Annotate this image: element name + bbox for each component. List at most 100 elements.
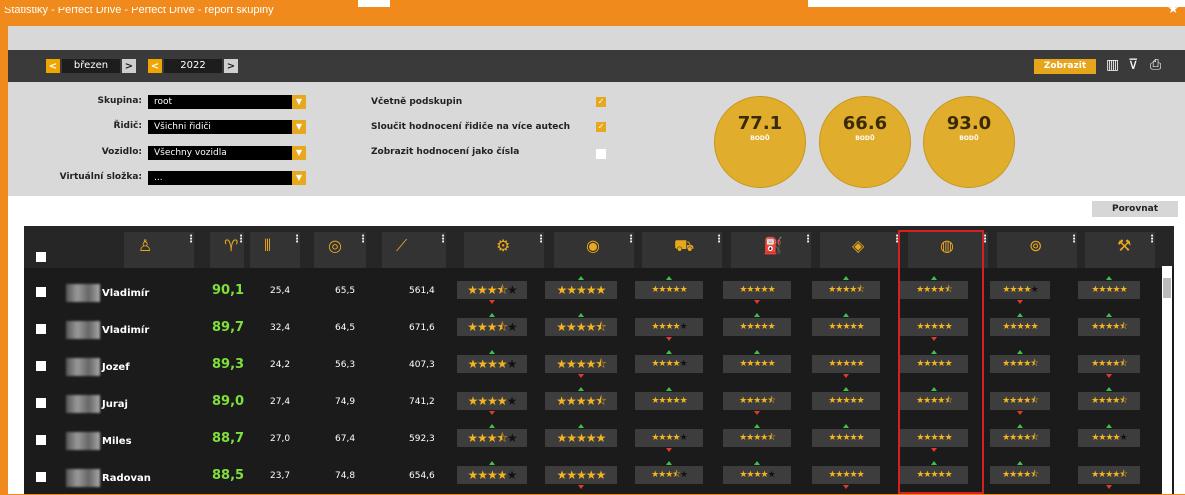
compare-area [8, 196, 1185, 224]
report-grid: ♙ ⋮ ♈ ⋮ ⦀ ⋮ ◎ ⋮ ⟋ ⋮ ⚙ ⋮ ◉ ⋮ ⛟ ⋮ ⛽ ⋮ ◈ ⋮ ◍ ⋮ ⊚ ⋮ ⚒ ⋮ Vladimír 90,1 2… [24, 226, 1174, 494]
metric-value: 25,4 [270, 286, 291, 296]
column-menu-icon[interactable]: ⋮ [1147, 234, 1157, 245]
star-rating: ★★★★★ [723, 281, 791, 299]
star-rating: ★★★★★ [812, 392, 880, 410]
metric-value: 407,3 [409, 360, 435, 370]
row-checkbox[interactable] [36, 361, 46, 371]
vertical-scrollbar[interactable] [1162, 266, 1172, 494]
table-row[interactable]: Miles 88,7 27,0 67,4 592,3 ★★★⯪★ ★★★★★ ★★★★★ ★★★… [24, 422, 1166, 458]
metric-value: 654,6 [409, 471, 435, 481]
column-menu-icon[interactable]: ⋮ [714, 234, 724, 245]
redacted-name [66, 469, 100, 487]
next-year-button[interactable]: > [224, 59, 238, 73]
road-icon: ⦀ [264, 236, 272, 255]
column-menu-icon[interactable]: ⋮ [292, 234, 302, 245]
star-rating: ★★★★⯪ [545, 392, 617, 410]
column-menu-icon[interactable]: ⋮ [438, 234, 448, 245]
star-rating: ★★★⯪★ [635, 466, 703, 484]
print-icon[interactable]: ⎙ [1150, 57, 1161, 73]
table-row[interactable]: Vladimír 89,7 32,4 64,5 671,6 ★★★⯪★ ★★★★⯪ ★★★★★… [24, 311, 1166, 347]
star-rating: ★★★★★ [723, 466, 791, 484]
prev-month-button[interactable]: < [46, 59, 60, 73]
driver-name: Radovan [66, 469, 186, 487]
row-checkbox[interactable] [36, 398, 46, 408]
compare-button[interactable]: Porovnat [1092, 201, 1178, 217]
column-header[interactable] [382, 232, 446, 268]
trend-up-icon [754, 313, 760, 317]
star-rating: ★★★★★ [545, 466, 617, 484]
column-menu-icon[interactable]: ⋮ [186, 234, 196, 245]
show-button[interactable]: Zobrazit [1034, 59, 1096, 74]
numbers-label: Zobrazit hodnocení jako čísla [371, 147, 520, 157]
tire-icon: ◉ [586, 236, 600, 255]
select-all-checkbox[interactable] [36, 252, 46, 262]
trophy-icon[interactable]: ⊽ [1128, 57, 1138, 73]
metric-value: 32,4 [270, 323, 291, 333]
driver-select[interactable]: Všichni řidiči ▼ [148, 120, 306, 134]
column-header[interactable] [124, 232, 194, 268]
folder-label: Virtuální složka: [59, 172, 142, 182]
trend-up-icon [754, 424, 760, 428]
folder-select[interactable]: ... ▼ [148, 171, 306, 185]
driver-label: Řidič: [113, 121, 142, 131]
column-menu-icon[interactable]: ⋮ [626, 234, 636, 245]
scroll-thumb[interactable] [1163, 278, 1171, 298]
trend-up-icon [1017, 461, 1023, 465]
table-row[interactable]: Juraj 89,0 27,4 74,9 741,2 ★★★★★ ★★★★⯪ ★★★★★ ★★★… [24, 385, 1166, 421]
metric-value: 27,4 [270, 397, 291, 407]
row-checkbox[interactable] [36, 435, 46, 445]
trend-up-icon [1017, 350, 1023, 354]
vehicle-select[interactable]: Všechny vozidla ▼ [148, 146, 306, 160]
driver-score: 89,7 [212, 320, 245, 335]
metric-value: 65,5 [335, 286, 356, 296]
column-menu-icon[interactable]: ⋮ [536, 234, 546, 245]
table-row[interactable]: Jozef 89,3 24,2 56,3 407,3 ★★★★★ ★★★★⯪ ★★★★★ ★★★… [24, 348, 1166, 384]
chevron-down-icon[interactable]: ▼ [292, 146, 306, 160]
star-rating: ★★★★⯪ [990, 429, 1050, 447]
table-row[interactable]: Vladimír 90,1 25,4 65,5 561,4 ★★★⯪★ ★★★★★ ★★★★★… [24, 274, 1166, 310]
driver-name: Vladimír [66, 284, 186, 302]
merge-checkbox[interactable]: ✓ [596, 122, 606, 132]
highlight-box [898, 230, 984, 494]
include-subgroups-checkbox[interactable]: ✓ [596, 97, 606, 107]
star-rating: ★★★⯪★ [457, 318, 527, 336]
prev-year-button[interactable]: < [148, 59, 162, 73]
column-menu-icon[interactable]: ⋮ [236, 234, 246, 245]
driver-score: 90,1 [212, 283, 245, 298]
metric-value: 74,9 [335, 397, 356, 407]
numbers-checkbox[interactable] [596, 149, 606, 159]
chevron-down-icon[interactable]: ▼ [292, 95, 306, 109]
trend-down-icon [489, 300, 495, 304]
star-rating: ★★★★⯪ [812, 281, 880, 299]
star-rating: ★★★★★ [723, 355, 791, 373]
star-rating: ★★★★★ [457, 392, 527, 410]
star-rating: ★★★★★ [990, 281, 1050, 299]
column-menu-icon[interactable]: ⋮ [803, 234, 813, 245]
trend-down-icon [754, 300, 760, 304]
chevron-down-icon[interactable]: ▼ [292, 120, 306, 134]
trend-down-icon [1017, 411, 1023, 415]
row-checkbox[interactable] [36, 472, 46, 482]
star-rating: ★★★★★ [990, 318, 1050, 336]
chevron-down-icon[interactable]: ▼ [292, 171, 306, 185]
row-checkbox[interactable] [36, 324, 46, 334]
trend-up-icon [1106, 276, 1112, 280]
group-select[interactable]: root ▼ [148, 95, 306, 109]
book-icon[interactable]: ▥ [1106, 57, 1119, 73]
trend-down-icon [843, 485, 849, 489]
row-checkbox[interactable] [36, 287, 46, 297]
trend-down-icon [578, 374, 584, 378]
star-rating: ★★★★⯪ [545, 355, 617, 373]
metric-value: 741,2 [409, 397, 435, 407]
trend-down-icon [843, 374, 849, 378]
star-rating: ★★★⯪★ [457, 429, 527, 447]
column-menu-icon[interactable]: ⋮ [1069, 234, 1079, 245]
trend-up-icon [489, 424, 495, 428]
trend-down-icon [666, 337, 672, 341]
table-row[interactable]: Radovan 88,5 23,7 74,8 654,6 ★★★★★ ★★★★★ ★★★⯪★ ★… [24, 459, 1166, 495]
column-menu-icon[interactable]: ⋮ [358, 234, 368, 245]
trend-up-icon [1106, 387, 1112, 391]
star-rating: ★★★★★ [812, 318, 880, 336]
filters-panel: Skupina: root ▼ Řidič: Všichni řidiči ▼ Vo… [8, 82, 1185, 196]
next-month-button[interactable]: > [122, 59, 136, 73]
